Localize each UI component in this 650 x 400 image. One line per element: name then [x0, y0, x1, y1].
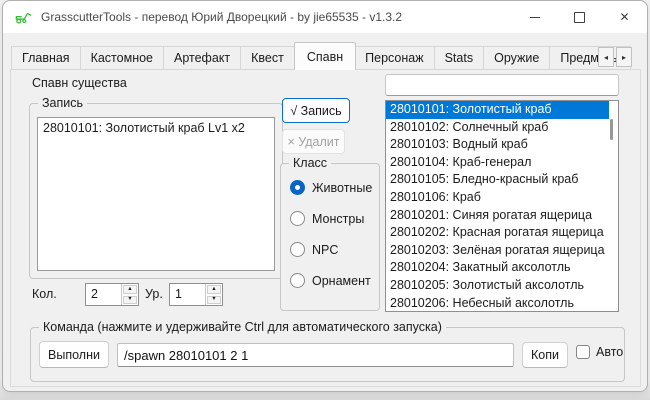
scrollbar-thumb[interactable] [610, 119, 613, 140]
auto-checkbox-label: Авто [596, 345, 623, 359]
app-window: GrasscutterTools - перевод Юрий Дворецки… [2, 0, 648, 392]
entity-list-item[interactable]: 28010101: Золотистый краб [386, 101, 609, 119]
tab-scroll-right-button[interactable]: ▸ [616, 47, 632, 67]
tab-scroll-left-button[interactable]: ◂ [598, 47, 614, 67]
count-label: Кол. [32, 283, 57, 306]
delete-button: × Удалит [282, 129, 345, 154]
level-label: Ур. [145, 283, 163, 306]
entity-list-item[interactable]: 28010206: Небесный аксолотль [386, 295, 609, 312]
radio-option-животные[interactable]: Животные [290, 180, 372, 195]
command-input[interactable] [117, 343, 514, 367]
tab-персонаж[interactable]: Персонаж [355, 46, 434, 70]
record-list-item[interactable]: 28010101: Золотистый краб Lv1 x2 [38, 118, 274, 138]
copy-command-button[interactable]: Копи [522, 342, 568, 368]
auto-checkbox[interactable] [576, 345, 590, 359]
run-command-button[interactable]: Выполни [39, 341, 109, 368]
radio-label: NPC [312, 243, 338, 257]
radio-option-орнамент[interactable]: Орнамент [290, 273, 371, 288]
level-down-button[interactable]: ▼ [207, 296, 221, 305]
minimize-icon [530, 17, 540, 18]
tab-спавн[interactable]: Спавн [294, 42, 356, 70]
radio-icon [290, 273, 305, 288]
entity-list-item[interactable]: 28010203: Зелёная рогатая ящерица [386, 242, 609, 260]
count-down-button[interactable]: ▼ [123, 296, 137, 305]
entity-listbox[interactable]: 28010101: Золотистый краб28010102: Солне… [385, 100, 619, 312]
entity-list-item[interactable]: 28010201: Синяя рогатая ящерица [386, 207, 609, 225]
auto-run-option[interactable]: Авто [576, 345, 623, 359]
record-group: Запись 28010101: Золотистый краб Lv1 x2 [29, 103, 283, 279]
radio-label: Монстры [312, 212, 364, 226]
count-up-button[interactable]: ▲ [123, 285, 137, 294]
tab-кастомное[interactable]: Кастомное [81, 46, 164, 70]
tab-оружие[interactable]: Оружие [484, 46, 550, 70]
class-group-label: Класс [289, 156, 331, 170]
radio-label: Животные [312, 181, 372, 195]
count-stepper[interactable]: 2 ▲ ▼ [85, 283, 139, 306]
count-value: 2 [86, 284, 121, 305]
record-listbox[interactable]: 28010101: Золотистый краб Lv1 x2 [37, 117, 275, 271]
tab-bar: ГлавнаяКастомноеАртефактКвестСпавнПерсон… [11, 42, 631, 70]
entity-list-item[interactable]: 28010106: Краб [386, 189, 609, 207]
level-up-button[interactable]: ▲ [207, 285, 221, 294]
entity-list-item[interactable]: 28010102: Солнечный краб [386, 119, 609, 137]
entity-list-item[interactable]: 28010205: Золотистый аксолотль [386, 277, 609, 295]
radio-icon [290, 242, 305, 257]
tab-scroll-buttons: ◂ ▸ [598, 47, 632, 67]
class-group: Класс ЖивотныеМонстрыNPCОрнамент [280, 163, 380, 311]
radio-icon [290, 211, 305, 226]
entity-list-item[interactable]: 28010105: Бледно-красный краб [386, 171, 609, 189]
radio-option-монстры[interactable]: Монстры [290, 211, 364, 226]
command-group-label: Команда (нажмите и удерживайте Ctrl для … [39, 320, 446, 334]
level-stepper[interactable]: 1 ▲ ▼ [169, 283, 223, 306]
tab-stats[interactable]: Stats [435, 46, 485, 70]
close-icon: ✕ [619, 11, 629, 23]
grasscutter-logo-icon [14, 8, 33, 27]
record-group-label: Запись [38, 96, 87, 110]
tab-квест[interactable]: Квест [241, 46, 295, 70]
command-group: Команда (нажмите и удерживайте Ctrl для … [30, 327, 625, 382]
entity-list-item[interactable]: 28010202: Красная рогатая ящерица [386, 224, 609, 242]
record-button[interactable]: √ Запись [282, 98, 350, 123]
minimize-button[interactable] [512, 1, 557, 33]
window-title: GrasscutterTools - перевод Юрий Дворецки… [41, 10, 402, 24]
close-button[interactable]: ✕ [602, 1, 647, 33]
radio-icon [290, 180, 305, 195]
tab-главная[interactable]: Главная [11, 46, 81, 70]
spawn-tab-page: Спавн существа Запись 28010101: Золотист… [10, 69, 641, 387]
radio-label: Орнамент [312, 274, 371, 288]
entity-search-input[interactable] [385, 74, 619, 96]
title-bar[interactable]: GrasscutterTools - перевод Юрий Дворецки… [3, 1, 647, 33]
radio-option-npc[interactable]: NPC [290, 242, 338, 257]
entity-list-item[interactable]: 28010104: Краб-генерал [386, 154, 609, 172]
tab-артефакт[interactable]: Артефакт [164, 46, 241, 70]
maximize-icon [574, 12, 585, 23]
entity-list-item[interactable]: 28010204: Закатный аксолотль [386, 259, 609, 277]
maximize-button[interactable] [557, 1, 602, 33]
entity-list-item[interactable]: 28010103: Водный краб [386, 136, 609, 154]
level-value: 1 [170, 284, 205, 305]
page-title: Спавн существа [32, 76, 127, 90]
